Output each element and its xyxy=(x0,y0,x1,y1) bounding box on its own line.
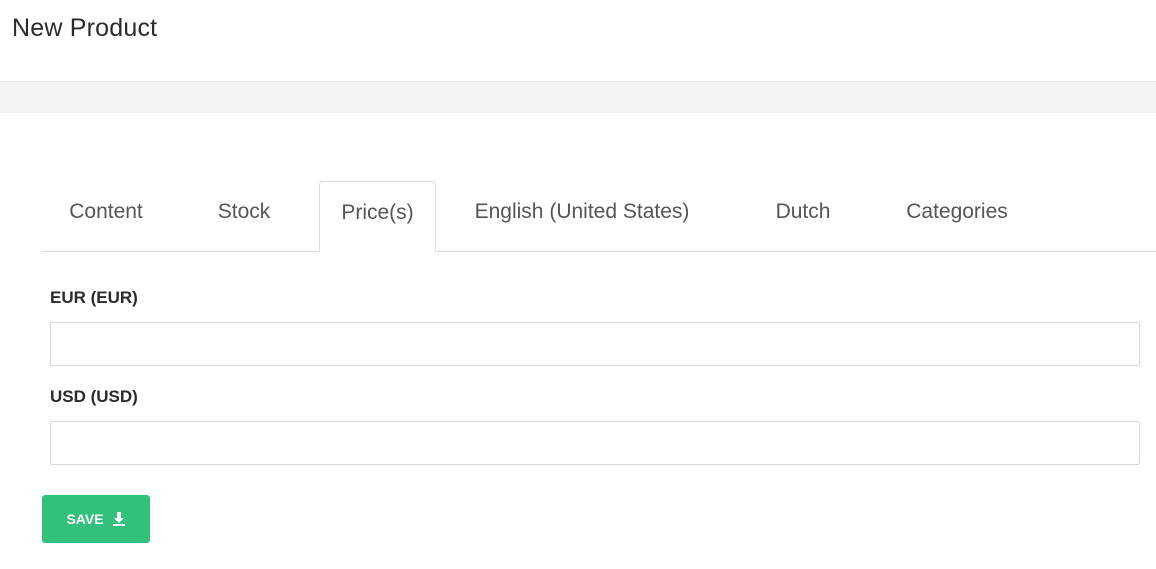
save-button[interactable]: SAVE xyxy=(42,495,150,543)
tab-categories[interactable]: Categories xyxy=(889,181,1025,251)
eur-price-input[interactable] xyxy=(50,322,1140,366)
usd-price-input[interactable] xyxy=(50,421,1140,465)
eur-price-label: EUR (EUR) xyxy=(50,288,138,307)
usd-price-label: USD (USD) xyxy=(50,387,138,406)
tab-dutch[interactable]: Dutch xyxy=(748,181,858,251)
tab-content[interactable]: Content xyxy=(42,181,170,251)
page-title: New Product xyxy=(12,14,158,42)
tab-prices[interactable]: Price(s) xyxy=(319,181,436,252)
page-header: New Product xyxy=(0,0,1156,82)
tab-english-united-states[interactable]: English (United States) xyxy=(457,181,707,251)
toolbar-band xyxy=(0,82,1156,113)
tab-bar: Content Stock Price(s) English (United S… xyxy=(42,181,1156,252)
download-icon xyxy=(112,512,125,526)
save-button-label: SAVE xyxy=(66,511,104,527)
tab-stock[interactable]: Stock xyxy=(188,181,300,251)
